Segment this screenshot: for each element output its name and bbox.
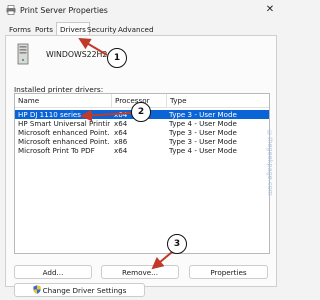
add-button[interactable]: Add...: [14, 265, 92, 279]
tab-advanced[interactable]: Advanced: [118, 25, 154, 35]
column-header-type[interactable]: Type: [166, 94, 269, 107]
driver-name: Microsoft Print To PDF: [18, 146, 95, 155]
driver-name: Microsoft enhanced Point...: [18, 137, 110, 146]
tab-security[interactable]: Security: [87, 25, 117, 35]
title-bar: Print Server Properties ✕: [0, 0, 282, 20]
change-driver-settings-label: Change Driver Settings: [42, 286, 127, 295]
driver-type: Type 3 - User Mode: [169, 110, 237, 119]
close-icon[interactable]: ✕: [264, 3, 276, 16]
driver-row[interactable]: Microsoft enhanced Point... x86 Type 3 -…: [15, 137, 269, 146]
tab-drivers[interactable]: Drivers: [56, 22, 90, 36]
driver-type: Type 4 - User Mode: [169, 119, 237, 128]
server-icon: [17, 43, 29, 65]
driver-name: Microsoft enhanced Point...: [18, 128, 110, 137]
driver-processor: x86: [114, 137, 128, 146]
server-name: WINDOWS22H2: [46, 50, 108, 59]
watermark: ©thegeekpage.com: [266, 130, 273, 196]
properties-button[interactable]: Properties: [189, 265, 268, 279]
remove-button[interactable]: Remove...: [101, 265, 179, 279]
callout-1: 1: [107, 48, 127, 68]
driver-name: HP DJ 1110 series: [18, 110, 81, 119]
callout-2: 2: [131, 102, 151, 122]
driver-row[interactable]: Microsoft enhanced Point... x64 Type 3 -…: [15, 128, 269, 137]
column-header-name[interactable]: Name: [15, 94, 110, 107]
driver-type: Type 3 - User Mode: [169, 128, 237, 137]
driver-name: HP Smart Universal Printing: [18, 119, 110, 128]
change-driver-settings-button[interactable]: Change Driver Settings: [14, 283, 145, 297]
window-title: Print Server Properties: [20, 6, 108, 15]
tab-forms[interactable]: Forms: [9, 25, 31, 35]
driver-row[interactable]: Microsoft Print To PDF x64 Type 4 - User…: [15, 146, 269, 155]
driver-type: Type 4 - User Mode: [169, 146, 237, 155]
shield-icon: [33, 285, 41, 294]
tab-strip: Forms Ports Drivers Security Advanced: [5, 22, 277, 36]
drivers-panel: WINDOWS22H2 Installed printer drivers: N…: [5, 35, 277, 287]
callout-3: 3: [167, 234, 187, 254]
printer-icon: [6, 5, 16, 15]
driver-type: Type 3 - User Mode: [169, 137, 237, 146]
driver-processor: x64: [114, 146, 128, 155]
tab-ports[interactable]: Ports: [35, 25, 53, 35]
driver-processor: x64: [114, 128, 128, 137]
